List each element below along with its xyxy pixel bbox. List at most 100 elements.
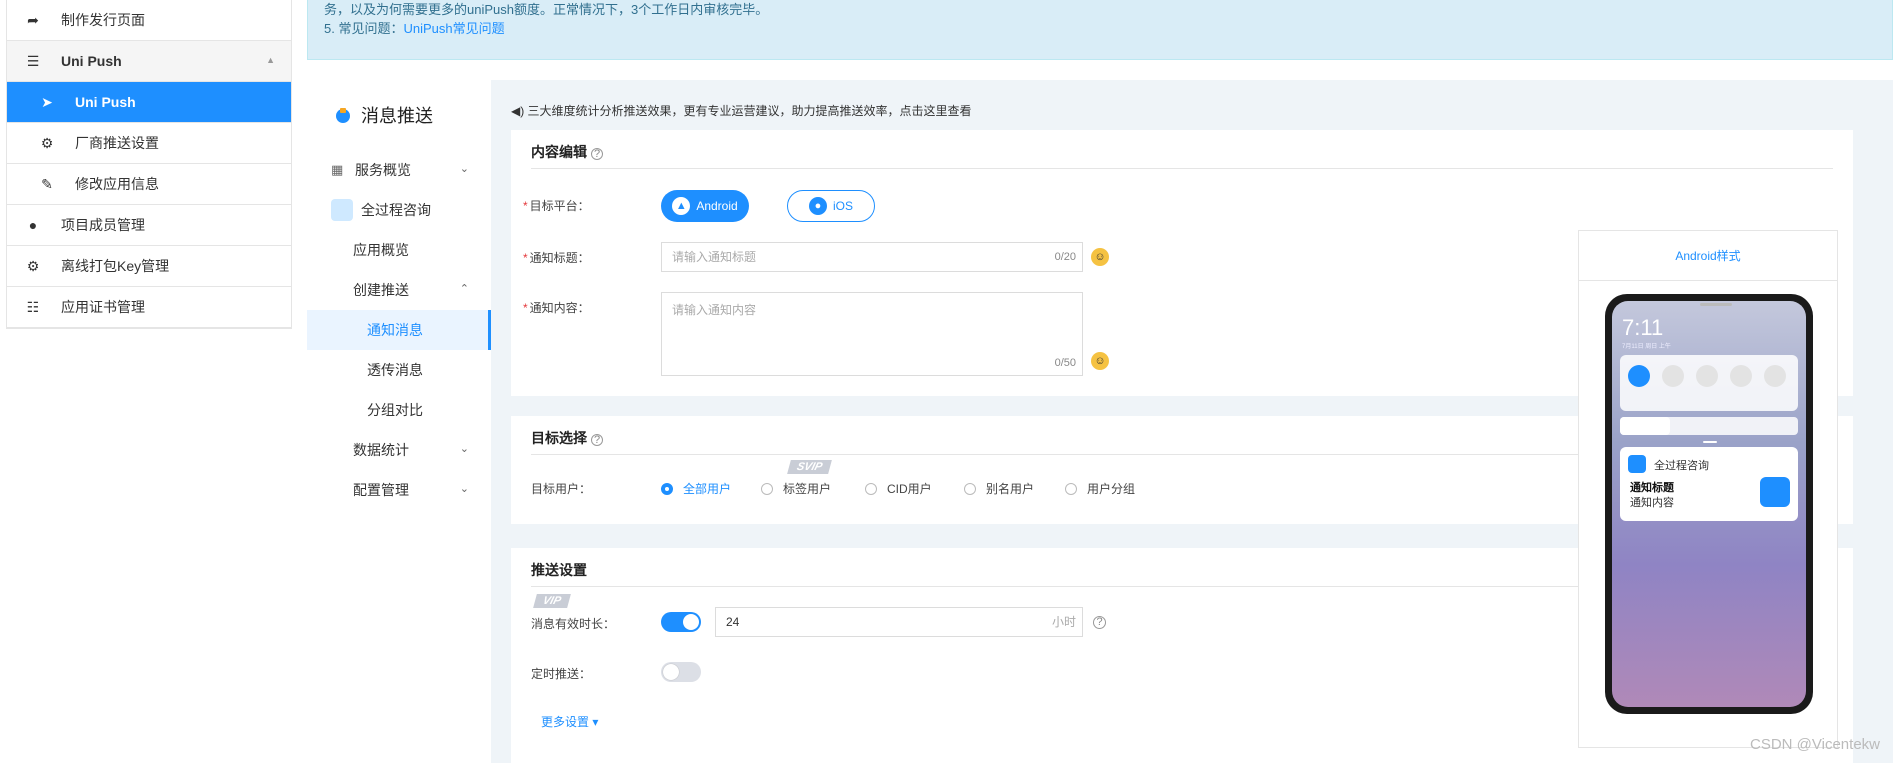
sidebar-item-members[interactable]: ● 项目成员管理: [7, 205, 291, 246]
watermark: CSDN @Vicentekw: [1750, 736, 1880, 753]
chevron-down-icon: ⌄: [459, 483, 469, 495]
dashboard-icon: ▦: [331, 162, 344, 177]
preview-title[interactable]: Android样式: [1579, 231, 1837, 281]
svip-badge: SVIP: [787, 460, 832, 474]
user-icon: ●: [28, 217, 38, 233]
nav-service-overview[interactable]: ▦ 服务概览 ⌄: [307, 150, 491, 190]
nav-label: 数据统计: [353, 442, 409, 458]
target-title: 目标选择?: [531, 428, 603, 448]
push-logo-icon: [336, 108, 350, 123]
radio-all-users[interactable]: 全部用户: [661, 480, 731, 497]
platform-label-text: 目标平台：: [529, 199, 590, 213]
sidebar-item-label: 应用证书管理: [61, 299, 145, 315]
notification-app-name: 全过程咨询: [1654, 460, 1709, 472]
nav-app-selector[interactable]: 全过程咨询: [307, 190, 491, 230]
schedule-toggle[interactable]: [661, 662, 701, 682]
help-icon[interactable]: ?: [591, 148, 603, 160]
nav-config[interactable]: 配置管理 ⌄: [307, 470, 491, 510]
wifi-icon: [1730, 365, 1752, 387]
content-label-text: 通知内容：: [529, 301, 590, 315]
title-placeholder: 请输入通知标题: [672, 250, 757, 264]
lockscreen-time: 7:11: [1622, 315, 1664, 340]
phone-speaker: [1700, 303, 1732, 306]
sidebar-item-label: Uni Push: [75, 94, 136, 110]
sidebar-group-unipush[interactable]: ☰ Uni Push ▲: [7, 41, 291, 82]
ttl-toggle[interactable]: [661, 612, 701, 632]
nav-data-stats[interactable]: 数据统计 ⌄: [307, 430, 491, 470]
faq-link[interactable]: UniPush常见问题: [403, 21, 504, 36]
more-settings-link[interactable]: 更多设置 ▾: [541, 713, 598, 730]
radio-circle: [865, 482, 877, 495]
info-banner: 务，以及为何需要更多的uniPush额度。正常情况下，3个工作日内审核完毕。 5…: [307, 0, 1893, 60]
nav-create-push[interactable]: 创建推送 ⌃: [307, 270, 491, 310]
banner-line-1: 务，以及为何需要更多的uniPush额度。正常情况下，3个工作日内审核完毕。: [324, 2, 769, 17]
emoji-icon[interactable]: ☺: [1091, 248, 1109, 266]
radio-label: 用户分组: [1087, 482, 1136, 496]
ios-button[interactable]: ● iOS: [787, 190, 875, 222]
sidebar-item-release-page[interactable]: ➦ 制作发行页面: [7, 0, 291, 41]
title-label-text: 通知标题：: [529, 251, 590, 265]
content-placeholder: 请输入通知内容: [672, 303, 757, 317]
nav-label: 配置管理: [353, 482, 409, 498]
notification-title-input[interactable]: 请输入通知标题 0/20: [661, 242, 1083, 272]
phone-frame: 7:11 7月11日 周日 上午 全过程咨询 通知标题 通知内容: [1605, 294, 1813, 714]
edit-icon: ✎: [41, 175, 53, 192]
vip-badge: VIP: [533, 594, 571, 608]
nfc-icon: [1696, 365, 1718, 387]
radio-label: 别名用户: [986, 482, 1035, 496]
android-robot-icon: [1760, 477, 1790, 507]
sidebar-item-vendor-settings[interactable]: ⚙ 厂商推送设置: [7, 123, 291, 164]
preview-panel: Android样式 7:11 7月11日 周日 上午 全过程咨询 通知标题 通知…: [1578, 230, 1838, 748]
nav-app-overview[interactable]: 应用概览: [307, 230, 491, 270]
content-edit-title: 内容编辑?: [531, 142, 603, 162]
radio-alias-users[interactable]: 别名用户: [964, 480, 1034, 497]
radio-tag-users[interactable]: 标签用户: [761, 480, 831, 497]
radio-circle: [661, 482, 673, 495]
banner-line-2: 5. 常见问题：UniPush常见问题: [324, 19, 1876, 38]
app-icon: [331, 199, 353, 221]
target-user-label: 目标用户：: [531, 482, 592, 496]
divider: [531, 168, 1833, 169]
list-icon: ☷: [26, 298, 40, 315]
ttl-unit: 小时: [1051, 615, 1076, 629]
chevron-down-icon: ⌄: [459, 163, 469, 175]
help-icon[interactable]: ?: [1093, 616, 1106, 629]
notification-content-textarea[interactable]: 请输入通知内容 0/50: [661, 292, 1083, 376]
sidebar-item-label: 项目成员管理: [61, 217, 145, 233]
brightness-fill: [1620, 417, 1670, 435]
sidebar-item-label: 离线打包Key管理: [61, 258, 170, 274]
torch-icon: [1764, 365, 1786, 387]
nav-transparent-message[interactable]: 透传消息: [307, 350, 491, 390]
ttl-input[interactable]: 24 小时: [715, 607, 1083, 637]
content-char-count: 0/50: [1054, 357, 1076, 369]
sidebar-item-edit-app-info[interactable]: ✎ 修改应用信息: [7, 164, 291, 205]
platform-label: * 目标平台：: [523, 197, 590, 214]
push-nav: 消息推送 ▦ 服务概览 ⌄ 全过程咨询 应用概览 创建推送 ⌃ 通知消息 透传消…: [307, 80, 491, 763]
radio-circle: [761, 482, 773, 495]
nav-group-compare[interactable]: 分组对比: [307, 390, 491, 430]
sidebar-item-certificates[interactable]: ☷ 应用证书管理: [7, 287, 291, 328]
title-char-count: 0/20: [1054, 251, 1076, 263]
nav-label: 透传消息: [367, 362, 423, 378]
radio-label: CID用户: [887, 482, 932, 496]
sidebar-item-unipush[interactable]: ➤ Uni Push: [7, 82, 291, 123]
android-button[interactable]: ▲ Android: [661, 190, 749, 222]
emoji-icon[interactable]: ☺: [1091, 352, 1109, 370]
sidebar-item-offline-key[interactable]: ⚙ 离线打包Key管理: [7, 246, 291, 287]
radio-cid-users[interactable]: CID用户: [865, 480, 932, 497]
nav-notification-message[interactable]: 通知消息: [307, 310, 491, 350]
quick-settings-panel: [1620, 355, 1798, 411]
push-settings-title: 推送设置: [531, 562, 587, 578]
send-icon: ➤: [41, 93, 53, 110]
ttl-label: 消息有效时长：: [531, 617, 616, 631]
stats-tip[interactable]: ◀) 三大维度统计分析推送效果，更有专业运营建议，助力提高推送效率，点击这里查看: [511, 102, 972, 119]
radio-user-groups[interactable]: 用户分组: [1065, 480, 1135, 497]
data-toggle-icon: [1628, 365, 1650, 387]
nav-label: 应用概览: [353, 242, 409, 258]
nav-label: 通知消息: [367, 322, 423, 338]
notification-title: 通知标题: [1630, 482, 1674, 494]
nav-label: 服务概览: [355, 162, 411, 178]
sidebar-item-label: 厂商推送设置: [75, 135, 159, 151]
gear-icon: ⚙: [40, 134, 54, 151]
help-icon[interactable]: ?: [591, 434, 603, 446]
